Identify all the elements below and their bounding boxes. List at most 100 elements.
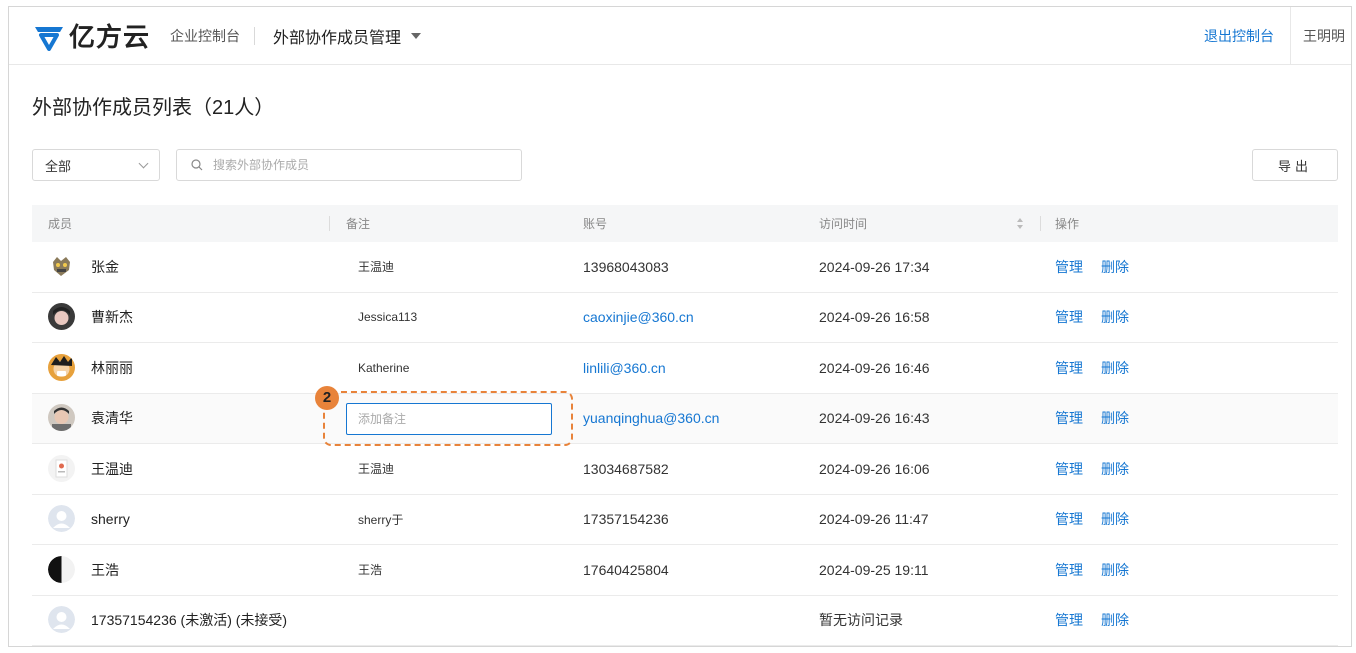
table-row: 张金 王温迪 13968043083 2024-09-26 17:34 管理 删…: [32, 242, 1338, 293]
table-row: sherry sherry于 17357154236 2024-09-26 11…: [32, 495, 1338, 545]
member-name: 曹新杰: [91, 309, 133, 326]
avatar: [48, 404, 75, 432]
filter-select[interactable]: 全部: [32, 149, 160, 181]
visit-time: 2024-09-26 16:58: [819, 309, 930, 326]
avatar: [48, 252, 75, 280]
header-right: 退出控制台 王明明: [1204, 7, 1351, 64]
table-row: 袁清华 2 添加备注 yuanqinghua@360.cn 2024-09-26…: [32, 385, 1338, 446]
row-actions: 管理 删除: [1055, 444, 1147, 494]
member-account: 17357154236: [583, 511, 669, 528]
col-separator: [1040, 216, 1041, 231]
member-name: 王温迪: [91, 460, 133, 477]
visit-time: 2024-09-26 16:06: [819, 460, 930, 477]
manage-link[interactable]: 管理: [1055, 459, 1083, 479]
member-name: 张金: [91, 258, 119, 275]
logo-text: 亿方云: [69, 22, 151, 52]
row-actions: 管理 删除: [1055, 545, 1147, 595]
console-label: 企业控制台: [170, 27, 241, 44]
member-account: 17640425804: [583, 561, 669, 578]
delete-link[interactable]: 删除: [1101, 257, 1129, 277]
member-remark[interactable]: sherry于: [358, 495, 403, 545]
table-header: 成员 备注 账号 访问时间 操作: [32, 205, 1338, 242]
header-divider: [254, 26, 256, 45]
delete-link[interactable]: 删除: [1101, 509, 1129, 529]
search-input[interactable]: [213, 158, 513, 172]
col-remark: 备注: [346, 217, 371, 231]
visit-time: 2024-09-26 17:34: [819, 258, 930, 275]
col-actions: 操作: [1055, 217, 1080, 231]
default-avatar-icon: [48, 505, 75, 533]
member-account: 13968043083: [583, 258, 669, 275]
remark-input[interactable]: 添加备注: [346, 402, 552, 435]
search-icon: [191, 159, 203, 171]
delete-link[interactable]: 删除: [1101, 358, 1129, 378]
filter-select-value: 全部: [45, 158, 72, 174]
visit-time: 2024-09-26 16:46: [819, 359, 930, 376]
member-account[interactable]: yuanqinghua@360.cn: [583, 394, 719, 444]
step-badge: 2: [315, 385, 339, 410]
delete-link[interactable]: 删除: [1101, 408, 1129, 428]
col-account: 账号: [583, 217, 608, 231]
caret-down-icon[interactable]: [411, 32, 422, 39]
logo-icon: [35, 26, 63, 51]
delete-link[interactable]: 删除: [1101, 459, 1129, 479]
manage-link[interactable]: 管理: [1055, 509, 1083, 529]
chevron-down-icon: [138, 158, 149, 169]
user-name[interactable]: 王明明: [1290, 7, 1351, 64]
delete-link[interactable]: 删除: [1101, 307, 1129, 327]
members-table: 成员 备注 账号 访问时间 操作 张金 王温迪 13968043083 2024: [32, 205, 1338, 646]
avatar: [48, 303, 75, 331]
member-name: 袁清华: [91, 410, 133, 427]
col-separator: [329, 216, 330, 231]
row-actions: 管理 删除: [1055, 242, 1147, 292]
member-account[interactable]: linlili@360.cn: [583, 343, 666, 393]
member-remark[interactable]: 王温迪: [358, 444, 394, 494]
member-remark[interactable]: 王温迪: [358, 242, 394, 292]
logo[interactable]: 亿方云: [33, 17, 150, 54]
avatar: [48, 353, 75, 381]
module-switcher[interactable]: 外部协作成员管理: [273, 24, 401, 48]
row-actions: 管理 删除: [1055, 495, 1147, 545]
delete-link[interactable]: 删除: [1101, 560, 1129, 580]
row-actions: 管理 删除: [1055, 394, 1147, 444]
visit-time: 2024-09-25 19:11: [819, 561, 929, 578]
manage-link[interactable]: 管理: [1055, 560, 1083, 580]
manage-link[interactable]: 管理: [1055, 307, 1083, 327]
sort-icon[interactable]: [1016, 217, 1024, 230]
col-member: 成员: [48, 217, 73, 231]
member-remark[interactable]: Jessica113: [358, 293, 417, 343]
member-name: 17357154236 (未激活) (未接受): [91, 612, 288, 629]
default-avatar-icon: [48, 606, 75, 634]
member-name: sherry: [91, 511, 130, 528]
visit-time: 2024-09-26 11:47: [819, 511, 929, 528]
search-box[interactable]: [176, 149, 522, 181]
avatar: [48, 555, 75, 583]
member-name: 林丽丽: [91, 359, 133, 376]
member-name: 王浩: [91, 561, 119, 578]
exit-console-link[interactable]: 退出控制台: [1204, 7, 1290, 64]
row-actions: 管理 删除: [1055, 293, 1147, 343]
table-row: 王浩 王浩 17640425804 2024-09-25 19:11 管理 删除: [32, 545, 1338, 596]
visit-time: 2024-09-26 16:43: [819, 410, 930, 427]
avatar: [48, 454, 75, 482]
table-row: 曹新杰 Jessica113 caoxinjie@360.cn 2024-09-…: [32, 293, 1338, 343]
export-button[interactable]: 导出: [1252, 149, 1338, 181]
top-header: 亿方云 企业控制台 外部协作成员管理 退出控制台 王明明: [9, 7, 1351, 65]
visit-time: 暂无访问记录: [819, 612, 903, 629]
row-actions: 管理 删除: [1055, 343, 1147, 393]
table-row: 王温迪 王温迪 13034687582 2024-09-26 16:06 管理 …: [32, 444, 1338, 495]
manage-link[interactable]: 管理: [1055, 610, 1083, 630]
delete-link[interactable]: 删除: [1101, 610, 1129, 630]
app-window: 亿方云 企业控制台 外部协作成员管理 退出控制台 王明明 外部协作成员列表（21…: [8, 6, 1352, 647]
manage-link[interactable]: 管理: [1055, 358, 1083, 378]
manage-link[interactable]: 管理: [1055, 257, 1083, 277]
member-remark[interactable]: Katherine: [358, 343, 409, 393]
member-remark[interactable]: 王浩: [358, 545, 382, 595]
member-account: 13034687582: [583, 460, 669, 477]
col-visit-time[interactable]: 访问时间: [819, 205, 867, 242]
page-title: 外部协作成员列表（21人）: [32, 97, 275, 119]
manage-link[interactable]: 管理: [1055, 408, 1083, 428]
table-row: 17357154236 (未激活) (未接受) 暂无访问记录 管理 删除: [32, 596, 1338, 646]
row-actions: 管理 删除: [1055, 596, 1147, 646]
member-account[interactable]: caoxinjie@360.cn: [583, 293, 694, 343]
